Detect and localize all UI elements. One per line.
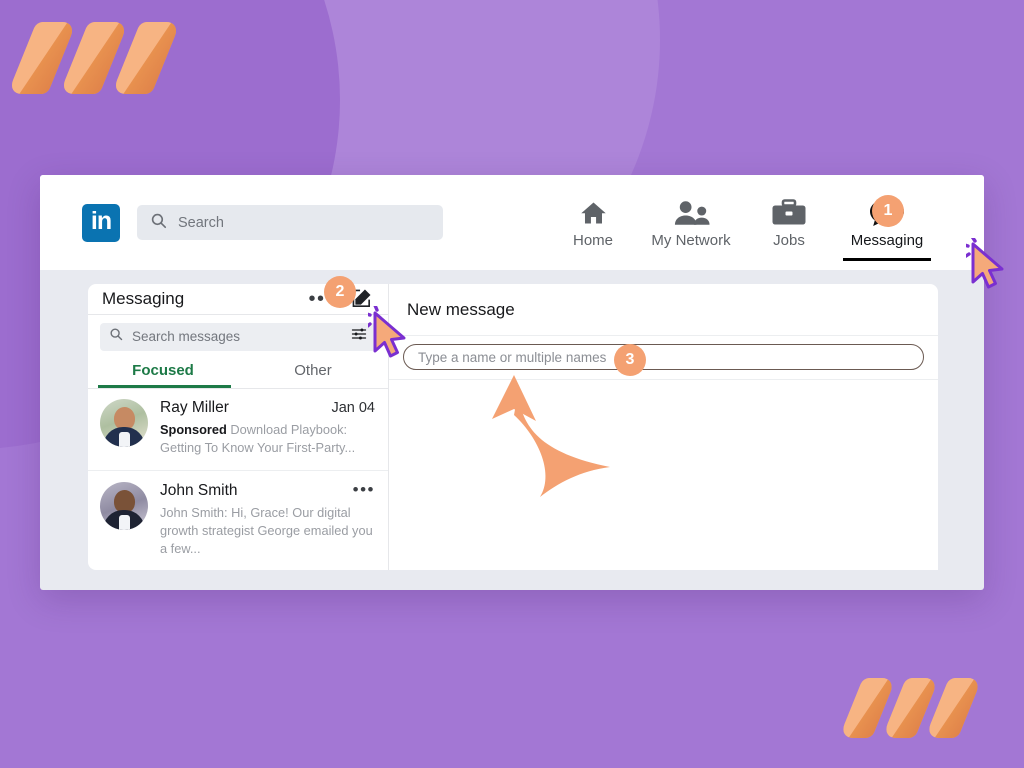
nav-label-messaging: Messaging (850, 231, 924, 249)
avatar-ray-miller (100, 399, 148, 448)
brand-slash-icon (838, 678, 897, 738)
new-message-body (389, 380, 938, 570)
nav-label-jobs: Jobs (773, 231, 805, 249)
briefcase-icon (771, 195, 807, 227)
home-icon (578, 195, 609, 227)
nav-item-jobs[interactable]: Jobs (740, 195, 838, 251)
global-search-input[interactable]: Search (137, 205, 443, 240)
new-message-panel: New message Type a name or multiple name… (388, 284, 938, 570)
brand-slash-icon (924, 678, 983, 738)
messaging-panel: Messaging ••• Search messages Focused Ot… (88, 284, 388, 570)
content-area: Messaging ••• Search messages Focused Ot… (40, 270, 984, 590)
avatar-shirt (118, 432, 130, 448)
tab-other[interactable]: Other (238, 362, 388, 388)
filter-sliders-icon[interactable] (351, 326, 367, 347)
messaging-search-placeholder: Search messages (132, 329, 241, 345)
nav-label-home: Home (572, 231, 613, 249)
conversation-name: John Smith (160, 481, 238, 499)
brand-slash-icon (59, 22, 129, 94)
focused-tab-underline (98, 384, 231, 388)
active-tab-underline (843, 257, 931, 261)
search-icon (150, 212, 167, 234)
recipient-input[interactable]: Type a name or multiple names (403, 344, 924, 370)
step-badge-3: 3 (614, 344, 646, 376)
conversation-list: Ray Miller Jan 04 Sponsored Download Pla… (88, 388, 388, 570)
conversation-preview: John Smith: Hi, Grace! Our digital growt… (160, 504, 373, 556)
brand-mark-bottom-right (838, 678, 983, 738)
step-badge-2: 2 (324, 276, 356, 308)
conversation-row-john-smith[interactable]: John Smith ••• John Smith: Hi, Grace! Ou… (88, 471, 388, 570)
messaging-search-wrapper: Search messages (88, 315, 388, 355)
brand-mark-top-left (7, 22, 181, 94)
app-window: in Search Home My Network Jobs Messaging… (40, 175, 984, 590)
global-search-placeholder: Search (178, 214, 224, 231)
avatar-john-smith (100, 481, 148, 530)
nav-item-home[interactable]: Home (544, 195, 642, 251)
page-root: in Search Home My Network Jobs Messaging… (0, 0, 1024, 768)
conversation-header-row: Ray Miller Jan 04 (160, 399, 375, 417)
nav-item-my-network[interactable]: My Network (642, 195, 740, 251)
sponsored-label: Sponsored (160, 422, 227, 438)
messaging-tabs: Focused Other (88, 362, 388, 388)
search-icon (109, 327, 123, 346)
new-message-header: New message (389, 284, 938, 336)
avatar-shirt (118, 514, 130, 530)
messaging-search-input[interactable]: Search messages (100, 322, 376, 351)
conversation-overflow-menu-button[interactable]: ••• (353, 481, 375, 498)
conversation-date: Jan 04 (331, 400, 375, 417)
brand-slash-icon (7, 22, 77, 94)
new-message-title: New message (407, 299, 515, 319)
nav-label-my-network: My Network (651, 231, 731, 249)
linkedin-logo-icon[interactable]: in (82, 203, 120, 242)
conversation-preview: Sponsored Download Playbook: Getting To … (160, 421, 375, 457)
conversation-name: Ray Miller (160, 399, 229, 417)
top-navigation-bar: in Search Home My Network Jobs Messaging (40, 175, 984, 270)
recipient-input-placeholder: Type a name or multiple names (418, 349, 607, 365)
messaging-panel-title: Messaging (102, 288, 185, 308)
brand-slash-icon (881, 678, 940, 738)
conversation-text: John Smith ••• John Smith: Hi, Grace! Ou… (160, 481, 375, 558)
step-badge-1: 1 (872, 195, 904, 227)
recipient-wrapper: Type a name or multiple names (389, 336, 938, 380)
conversation-row-ray-miller[interactable]: Ray Miller Jan 04 Sponsored Download Pla… (88, 388, 388, 471)
conversation-text: Ray Miller Jan 04 Sponsored Download Pla… (160, 399, 375, 457)
people-icon (672, 195, 711, 227)
brand-slash-icon (111, 22, 181, 94)
conversation-header-row: John Smith ••• (160, 481, 375, 500)
